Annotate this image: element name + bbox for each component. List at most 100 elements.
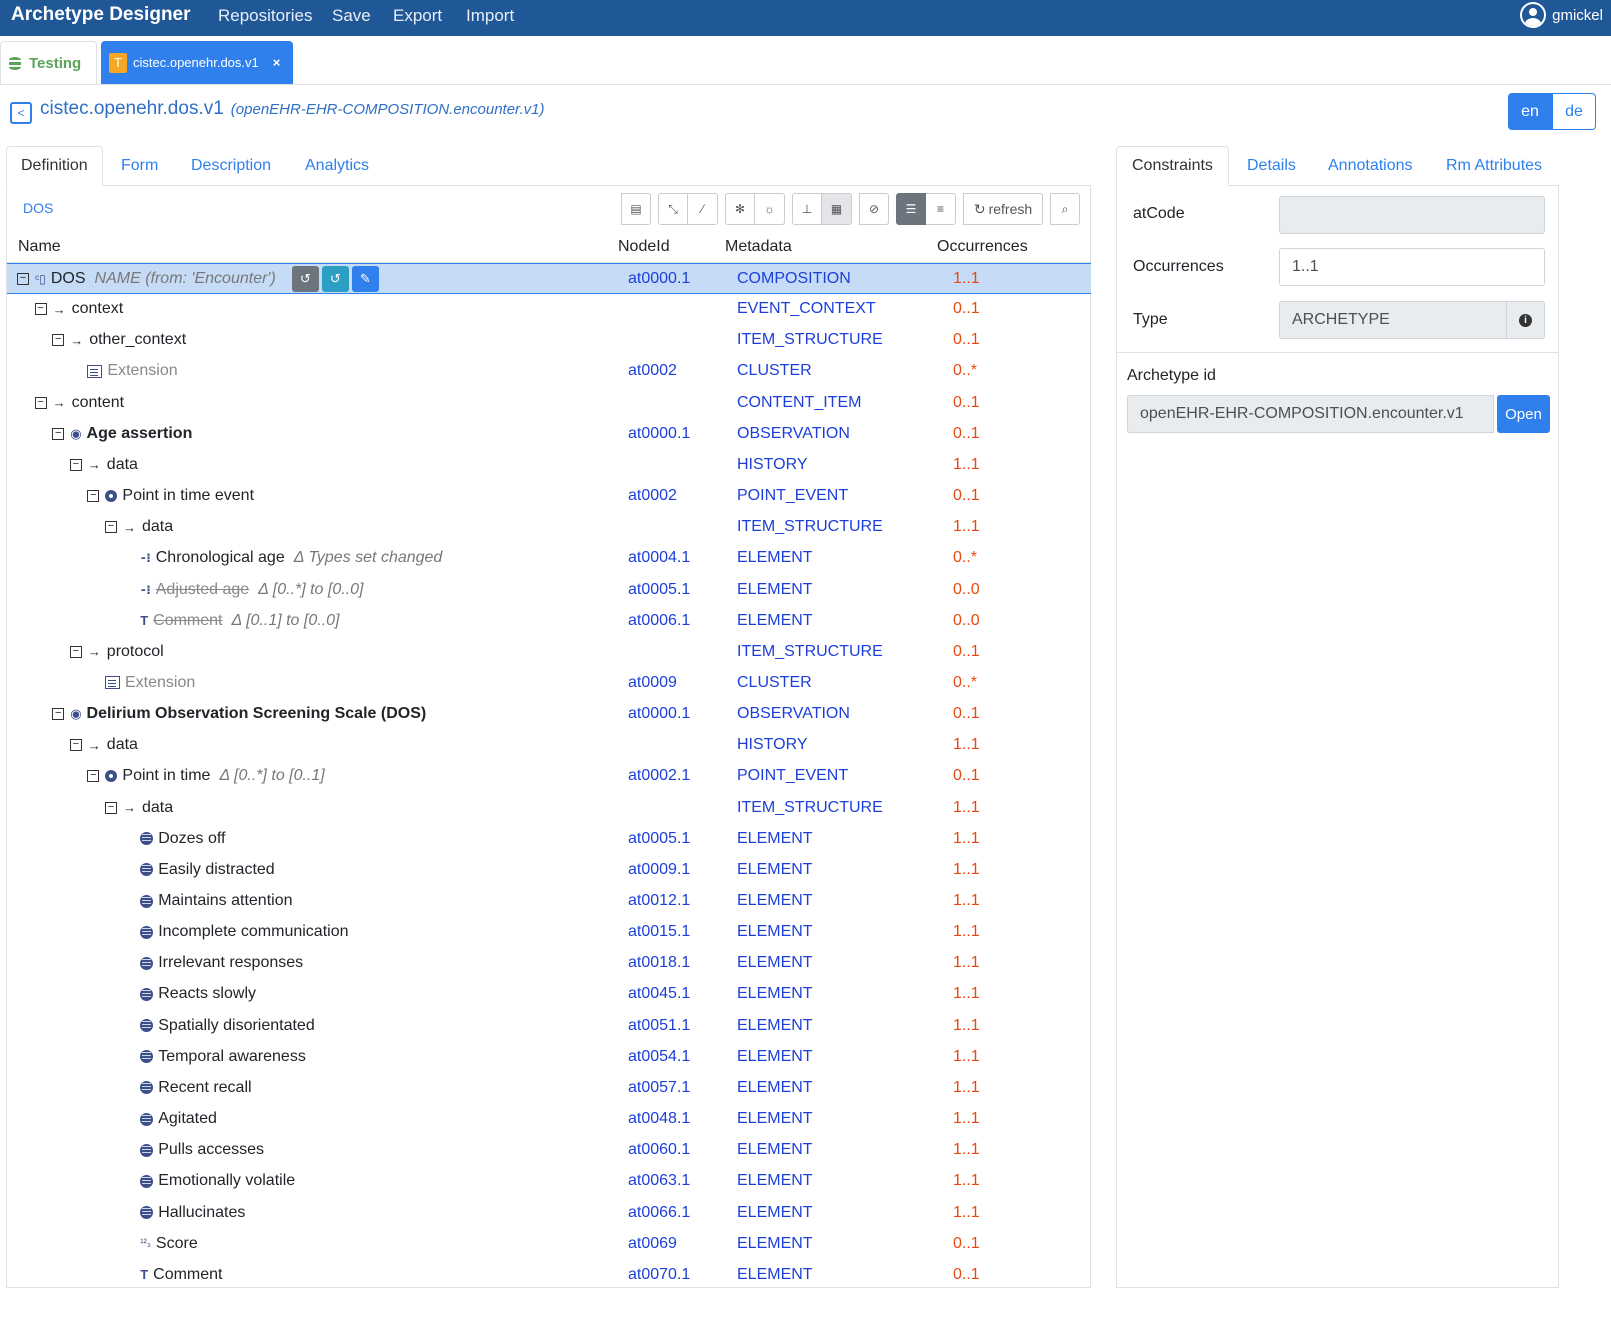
collapse-icon[interactable]: ⤡ xyxy=(658,193,688,225)
tree-row[interactable]: ¹²₃ Score at0069 ELEMENT 0..1 xyxy=(7,1229,1091,1260)
column-header-nodeid[interactable]: NodeId xyxy=(618,238,670,256)
lang-de-button[interactable]: de xyxy=(1552,93,1596,130)
collapse-toggle-icon[interactable]: − xyxy=(52,334,65,347)
tree-row-label: Adjusted age xyxy=(155,580,250,598)
tree-row[interactable]: − → context EVENT_CONTEXT 0..1 xyxy=(7,294,1091,325)
coded-text-icon xyxy=(140,863,154,877)
coded-text-icon xyxy=(140,1174,154,1188)
tree-row[interactable]: − → other_context ITEM_STRUCTURE 0..1 xyxy=(7,325,1091,356)
tab-form[interactable]: Form xyxy=(121,146,158,186)
tree-row[interactable]: Hallucinates at0066.1 ELEMENT 1..1 xyxy=(7,1198,1091,1229)
tree-row[interactable]: Recent recall at0057.1 ELEMENT 1..1 xyxy=(7,1073,1091,1104)
collapse-toggle-icon[interactable]: − xyxy=(69,739,82,752)
snowflake-icon[interactable]: ✻ xyxy=(725,193,755,225)
type-info-button[interactable]: i xyxy=(1506,302,1544,338)
collapse-toggle-icon[interactable]: − xyxy=(52,427,65,440)
refresh-button[interactable]: ↻ refresh xyxy=(963,193,1043,225)
tree-row[interactable]: Incomplete communication at0015.1 ELEMENT 1… xyxy=(7,917,1091,948)
tree-row[interactable]: Dozes off at0005.1 ELEMENT 1..1 xyxy=(7,824,1091,855)
app-brand[interactable]: Archetype Designer xyxy=(11,4,191,26)
hierarchy-icon[interactable]: ⊥ xyxy=(792,193,822,225)
tree-row[interactable]: Extension at0002 CLUSTER 0..* xyxy=(7,356,1091,387)
tree-row[interactable]: T Comment Δ [0..1] to [0..0] at0006.1 ELEMEN… xyxy=(7,606,1091,637)
table-view-icon[interactable]: ▦ xyxy=(822,193,852,225)
magic-wand-icon[interactable]: ⁄ xyxy=(688,193,718,225)
tab-constraints[interactable]: Constraints xyxy=(1116,146,1229,186)
tree-row[interactable]: − → data HISTORY 1..1 xyxy=(7,730,1091,761)
collapse-toggle-icon[interactable]: − xyxy=(69,458,82,471)
edit-icon[interactable]: ✎ xyxy=(351,266,379,292)
tree-row-occurrences: 1..1 xyxy=(953,892,980,909)
tree-row[interactable]: − ◉ Age assertion at0000.1 OBSERVATION 0..1 xyxy=(7,419,1091,450)
sun-icon[interactable]: ☼ xyxy=(755,193,785,225)
info-icon: i xyxy=(1519,313,1532,327)
tree-row[interactable]: − → data ITEM_STRUCTURE 1..1 xyxy=(7,512,1091,543)
collapse-toggle-icon[interactable]: − xyxy=(87,490,100,503)
list-detail-icon[interactable]: ☰ xyxy=(896,193,926,225)
tree-row[interactable]: − → data ITEM_STRUCTURE 1..1 xyxy=(7,793,1091,824)
tree-row[interactable]: Emotionally volatile at0063.1 ELEMENT 1..1 xyxy=(7,1166,1091,1197)
collapse-toggle-icon[interactable]: − xyxy=(87,770,100,783)
column-header-occurrences[interactable]: Occurrences xyxy=(937,238,1028,256)
collapse-toggle-icon[interactable]: − xyxy=(69,645,82,658)
tab-annotations[interactable]: Annotations xyxy=(1328,146,1413,186)
open-archetype-button[interactable]: Open xyxy=(1497,395,1550,433)
tree-row-occurrences: 0..* xyxy=(953,549,978,567)
nav-import[interactable]: Import xyxy=(466,6,514,26)
lang-en-button[interactable]: en xyxy=(1508,93,1552,130)
list-compact-icon[interactable]: ≡ xyxy=(926,193,956,225)
tree-row[interactable]: Maintains attention at0012.1 ELEMENT 1..1 xyxy=(7,886,1091,917)
tree-row[interactable]: − → content CONTENT_ITEM 0..1 xyxy=(7,388,1091,419)
tree-row[interactable]: − → protocol ITEM_STRUCTURE 0..1 xyxy=(7,637,1091,668)
tree-row[interactable]: Irrelevant responses at0018.1 ELEMENT 1..1 xyxy=(7,948,1091,979)
user-menu[interactable]: gmickel xyxy=(1520,2,1603,28)
tab-description[interactable]: Description xyxy=(191,146,271,186)
page-title-row: < cistec.openehr.dos.v1 (openEHR-EHR-COM… xyxy=(10,98,545,124)
tree-row[interactable]: Pulls accesses at0060.1 ELEMENT 1..1 xyxy=(7,1135,1091,1166)
collapse-toggle-icon[interactable]: − xyxy=(52,708,65,721)
tab-rm-attributes[interactable]: Rm Attributes xyxy=(1446,146,1542,186)
column-header-metadata[interactable]: Metadata xyxy=(725,238,792,256)
tab-details[interactable]: Details xyxy=(1247,146,1296,186)
tree-row[interactable]: Easily distracted at0009.1 ELEMENT 1..1 xyxy=(7,855,1091,886)
collapse-toggle-icon[interactable]: − xyxy=(34,303,47,316)
tree-row[interactable]: ⁃⁝ Chronological age Δ Types set changed at… xyxy=(7,543,1091,574)
collapse-toggle-icon[interactable]: − xyxy=(17,273,29,285)
nav-save[interactable]: Save xyxy=(332,6,371,26)
collapse-toggle-icon[interactable]: − xyxy=(105,801,117,814)
tree-row[interactable]: Agitated at0048.1 ELEMENT 1..1 xyxy=(7,1104,1091,1135)
tab-testing-repository[interactable]: Testing xyxy=(0,41,97,84)
tree-row[interactable]: ⁃⁝ Adjusted age Δ [0..*] to [0..0] at0005.1… xyxy=(7,575,1091,606)
tree-row[interactable]: T Comment at0070.1 ELEMENT 0..1 xyxy=(7,1260,1091,1291)
tree-row[interactable]: − Point in time event at0002 POINT_EVENT 0..… xyxy=(7,481,1091,512)
collapse-toggle-icon[interactable]: − xyxy=(34,396,47,409)
reset-icon[interactable]: ↺ xyxy=(291,266,319,292)
column-header-name[interactable]: Name xyxy=(18,238,61,256)
tree-row[interactable]: − Point in time Δ [0..*] to [0..1] at0002.1… xyxy=(7,761,1091,792)
tab-analytics[interactable]: Analytics xyxy=(305,146,369,186)
breadcrumb-root-link[interactable]: DOS xyxy=(23,200,53,216)
nav-repositories[interactable]: Repositories xyxy=(218,6,313,26)
search-icon[interactable]: ⌕ xyxy=(1050,193,1080,225)
tree-row[interactable]: Extension at0009 CLUSTER 0..* xyxy=(7,668,1091,699)
tree-row-occurrences: 0..0 xyxy=(953,580,980,598)
close-icon[interactable]: × xyxy=(273,55,281,70)
tree-row-label: Incomplete communication xyxy=(158,923,349,941)
collapse-toggle-icon[interactable]: − xyxy=(105,521,117,534)
occurrences-field[interactable]: 1..1 xyxy=(1279,248,1545,286)
undo-icon[interactable]: ↺ xyxy=(321,266,349,292)
tree-row-label: Extension xyxy=(107,362,178,380)
nav-export[interactable]: Export xyxy=(393,6,442,26)
tree-row-name-cell: − → context xyxy=(34,300,123,318)
tree-row[interactable]: − ᶜ▯ DOS NAME (from: 'Encounter') ↺ ↺ ✎ at0000.… xyxy=(7,263,1091,294)
book-icon[interactable]: ▤ xyxy=(621,193,651,225)
tree-row[interactable]: Temporal awareness at0054.1 ELEMENT 1..1 xyxy=(7,1042,1091,1073)
tree-row[interactable]: − ◉ Delirium Observation Screening Scale (… xyxy=(7,699,1091,730)
tree-row[interactable]: Reacts slowly at0045.1 ELEMENT 1..1 xyxy=(7,979,1091,1010)
tab-definition[interactable]: Definition xyxy=(6,146,103,186)
tree-row[interactable]: Spatially disorientated at0051.1 ELEMENT 1.… xyxy=(7,1011,1091,1042)
share-icon[interactable]: < xyxy=(10,102,32,124)
tab-active-template[interactable]: T cistec.openehr.dos.v1 × xyxy=(101,41,293,84)
eye-slash-icon[interactable]: ⊘ xyxy=(859,193,889,225)
tree-row[interactable]: − → data HISTORY 1..1 xyxy=(7,450,1091,481)
